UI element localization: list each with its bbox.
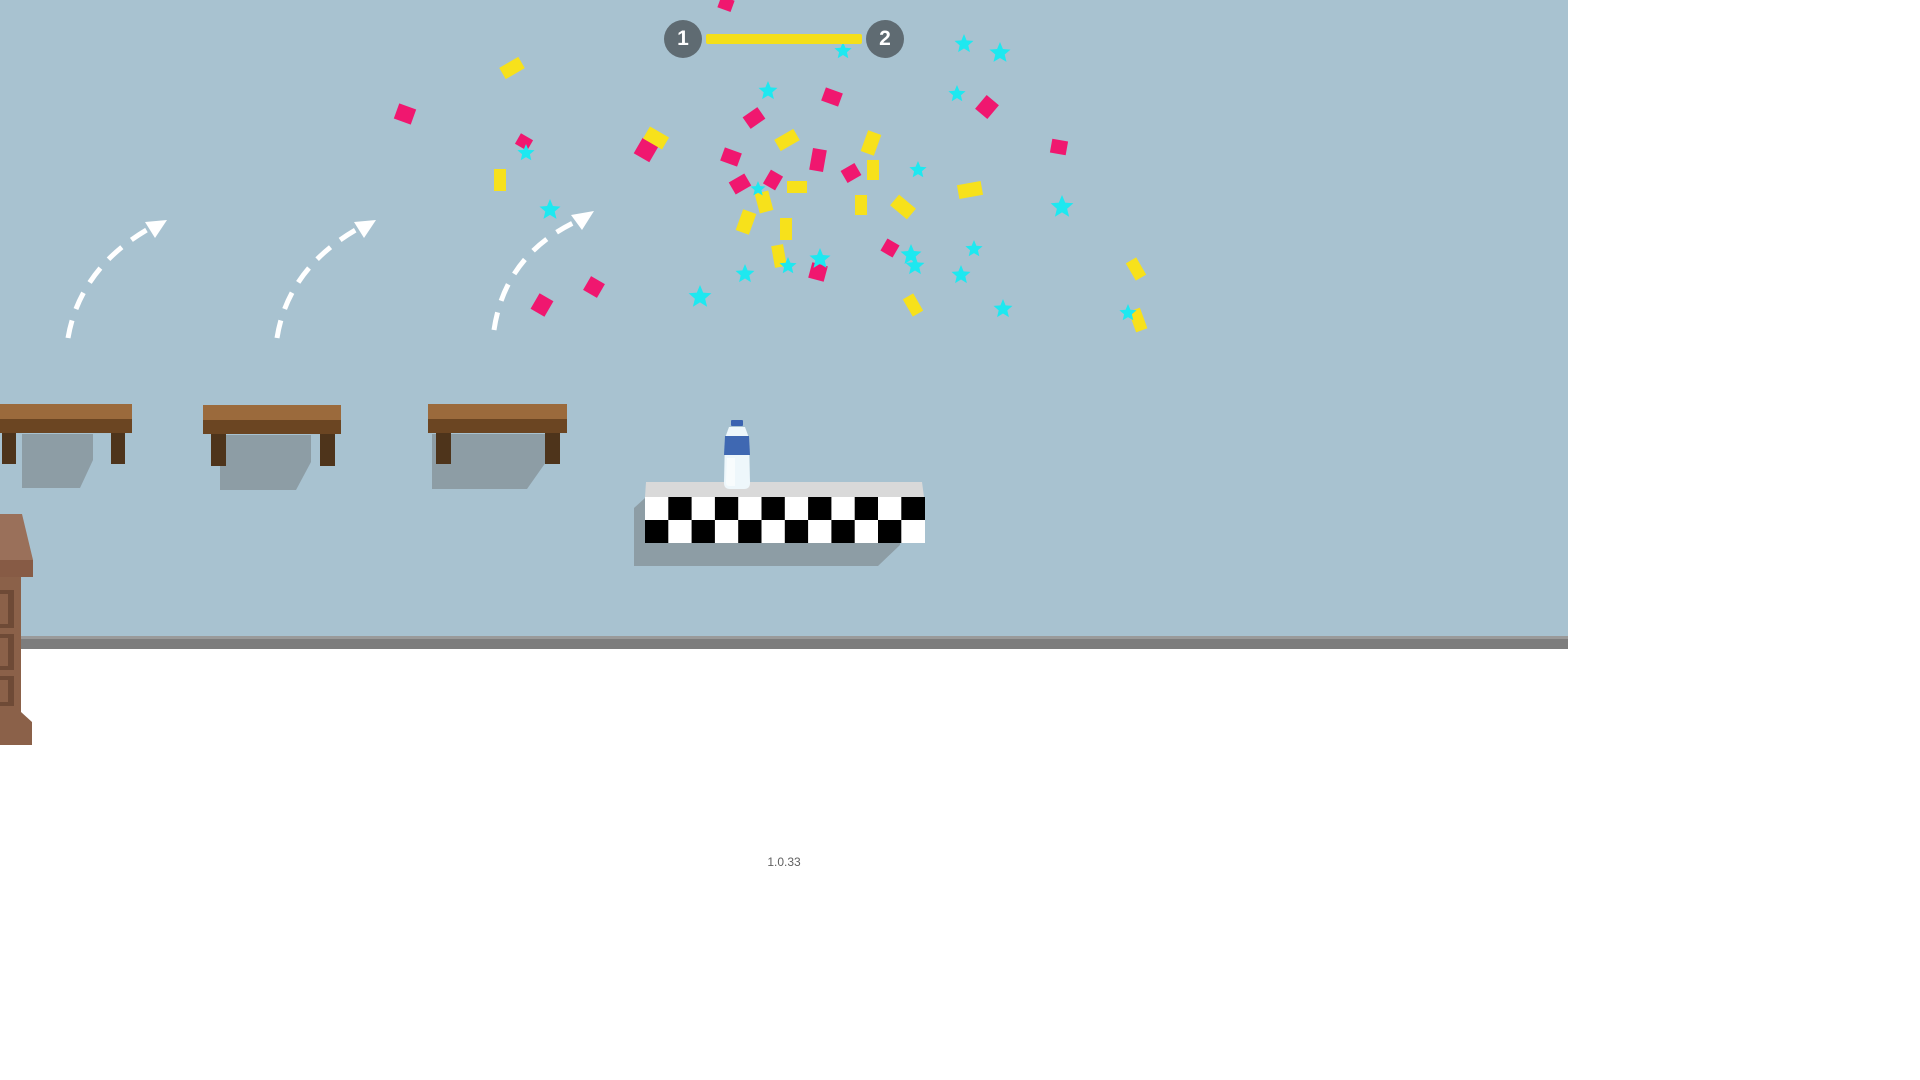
confetti-star (900, 244, 922, 264)
confetti-piece (762, 169, 784, 191)
confetti-star (688, 285, 712, 307)
goal-platform-top (645, 482, 924, 497)
next-level-badge: 2 (866, 20, 904, 58)
checker-tile (738, 520, 762, 543)
game-scene[interactable]: 1 2 1.0.33 (0, 0, 1568, 882)
table-3 (428, 404, 567, 489)
confetti-piece (583, 276, 605, 298)
confetti-star (989, 42, 1011, 62)
checker-tile (645, 497, 669, 520)
confetti-piece (867, 160, 879, 180)
confetti-piece (728, 173, 752, 195)
confetti-star (965, 240, 983, 257)
confetti-piece (780, 218, 792, 240)
checker-tile (645, 520, 669, 543)
cabinet (0, 514, 33, 745)
checker-tile (808, 497, 832, 520)
confetti-piece (393, 103, 417, 125)
current-level-badge: 1 (664, 20, 702, 58)
checker-tile (878, 497, 902, 520)
checker-tile (808, 520, 832, 543)
goal-checkered-platform (645, 497, 925, 543)
checker-tile (691, 497, 716, 520)
confetti-piece (902, 293, 924, 317)
checker-tile (761, 497, 786, 520)
checker-tile (831, 497, 856, 520)
water-bottle-icon[interactable] (724, 420, 750, 489)
confetti-piece (880, 238, 900, 258)
confetti-star (993, 299, 1013, 318)
checker-tile (784, 497, 809, 520)
checker-tile (668, 497, 692, 520)
checker-tile (691, 520, 716, 543)
checker-tile (901, 520, 925, 543)
checker-tile (854, 520, 879, 543)
checker-tile (878, 520, 902, 543)
confetti-star (954, 34, 974, 53)
confetti-piece (494, 169, 506, 191)
confetti-piece (514, 133, 534, 151)
version-label: 1.0.33 (767, 855, 801, 869)
checker-tile (668, 520, 692, 543)
level-progress-bar: 1 2 (664, 20, 904, 58)
confetti-piece (774, 128, 800, 152)
confetti-piece (890, 194, 916, 220)
confetti-piece (530, 293, 554, 317)
checker-tile (714, 497, 739, 520)
confetti-piece (720, 147, 742, 167)
checker-tile (831, 520, 856, 543)
table-1 (0, 404, 132, 488)
confetti-piece (809, 147, 827, 173)
dashed-arc-arrow-icon (65, 218, 579, 339)
level-progress-fill (706, 34, 862, 44)
confetti-star (1050, 195, 1074, 217)
confetti-piece (735, 209, 757, 235)
confetti-piece (754, 190, 774, 214)
confetti-piece (975, 94, 999, 120)
confetti-piece (742, 107, 766, 129)
confetti-star (948, 85, 966, 102)
confetti-piece (840, 162, 862, 184)
confetti-piece (787, 181, 807, 193)
confetti-star (735, 264, 755, 283)
confetti-star (951, 265, 971, 284)
checker-tile (854, 497, 879, 520)
table-2 (203, 405, 341, 490)
confetti-piece (956, 181, 984, 199)
checker-tile (714, 520, 739, 543)
confetti-piece (860, 130, 882, 156)
checker-tile (761, 520, 786, 543)
checker-tile (901, 497, 925, 520)
checker-tile (784, 520, 809, 543)
confetti-star (539, 199, 561, 219)
confetti-piece (855, 195, 867, 215)
confetti-piece (717, 0, 735, 13)
checker-tile (738, 497, 762, 520)
scene-objects (0, 0, 1148, 745)
confetti-piece (821, 87, 843, 107)
confetti-piece (1125, 257, 1147, 281)
confetti-star (758, 81, 778, 100)
arrow-heads (145, 211, 594, 238)
confetti-piece (1049, 138, 1069, 156)
confetti-star (909, 161, 927, 178)
confetti-piece (499, 56, 525, 80)
